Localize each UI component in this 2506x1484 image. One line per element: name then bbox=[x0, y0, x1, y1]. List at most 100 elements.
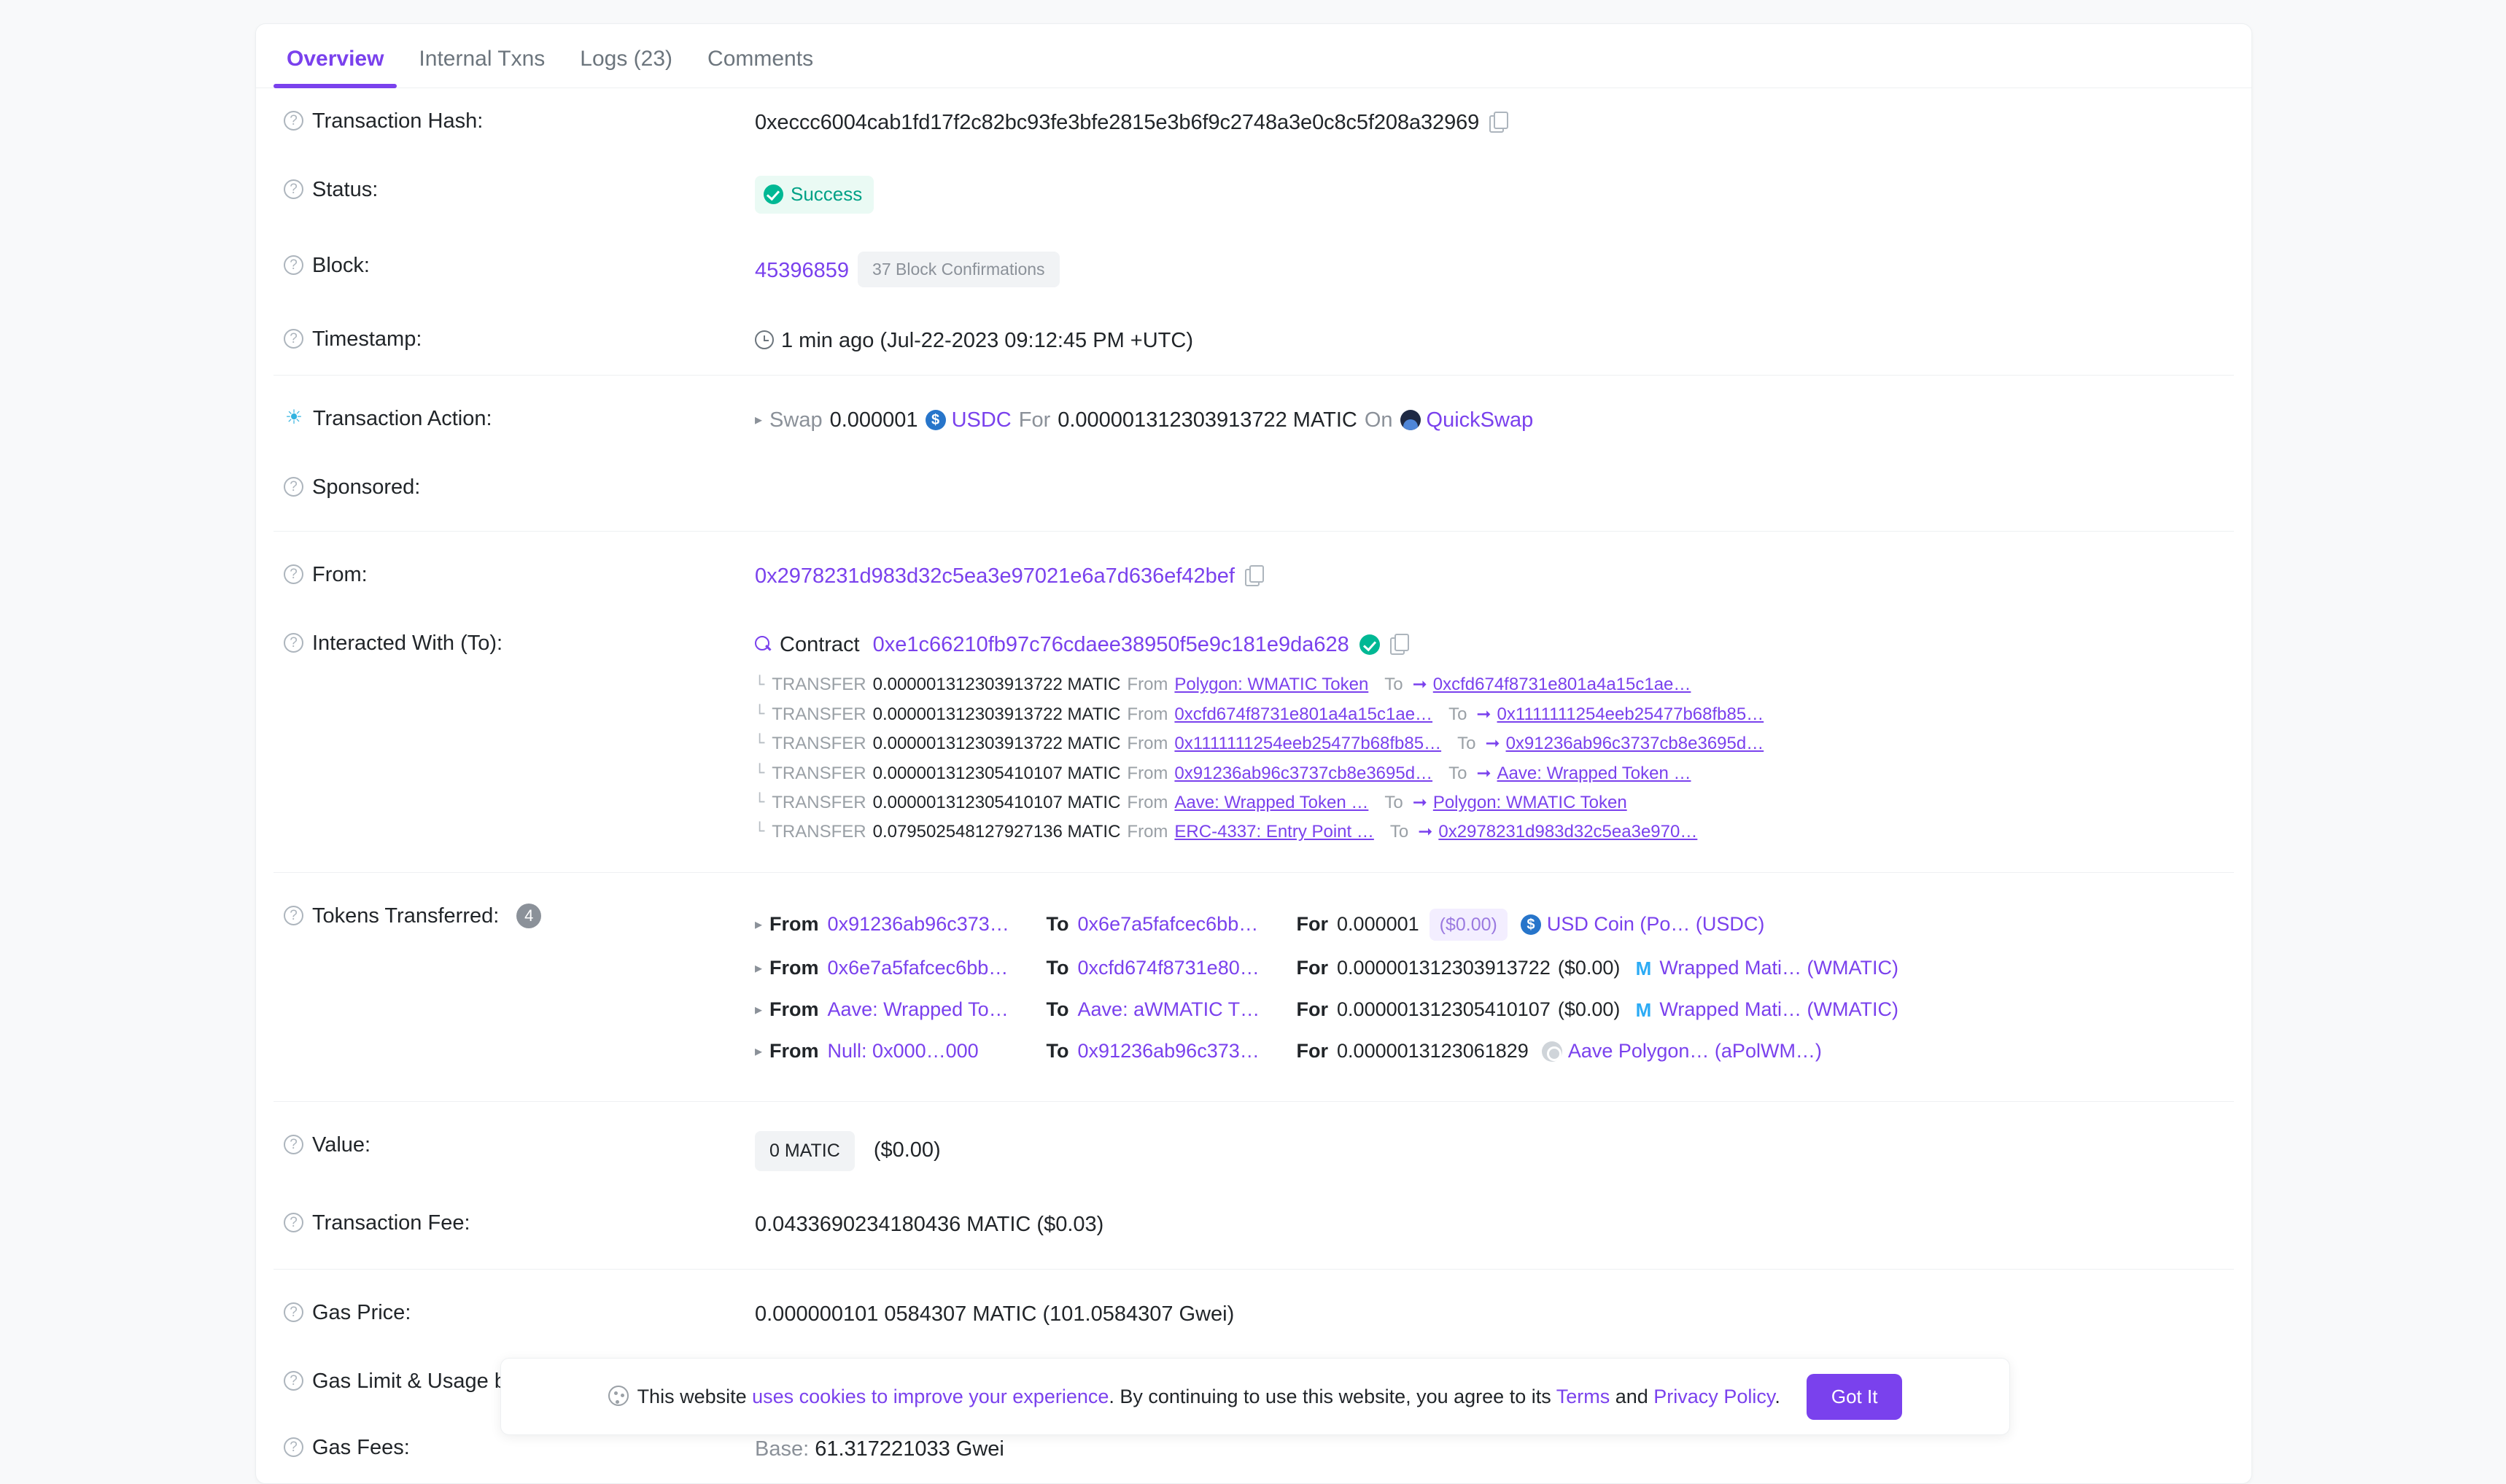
arrow-right-icon: ➞ bbox=[1485, 734, 1500, 754]
transfer-amount: 0.000001312305410107 MATIC bbox=[872, 792, 1121, 812]
token-name-link[interactable]: USD Coin (Po… (USDC) bbox=[1547, 910, 1765, 939]
row-interacted-with: ? Interacted With (To): Contract 0xe1c66… bbox=[274, 610, 2234, 871]
tab-internal-txns[interactable]: Internal Txns bbox=[401, 47, 562, 88]
tab-comments[interactable]: Comments bbox=[690, 47, 831, 88]
clock-icon bbox=[755, 330, 774, 350]
tab-logs-label: Logs (23) bbox=[580, 47, 673, 71]
transfer-from-link[interactable]: 0x1111111254eeb25477b68fb85… bbox=[1174, 734, 1441, 753]
label-interacted-with: ? Interacted With (To): bbox=[274, 629, 755, 658]
transfer-from-link[interactable]: Aave: Wrapped Token … bbox=[1174, 793, 1368, 812]
transfer-to-link[interactable]: 0x2978231d983d32c5ea3e970… bbox=[1438, 822, 1697, 842]
transfer-amount: 0.000001312305410107 MATIC bbox=[872, 763, 1121, 783]
token-to-link[interactable]: Aave: aWMATIC T… bbox=[1078, 998, 1260, 1020]
help-icon[interactable]: ? bbox=[284, 179, 303, 200]
transfer-from-word: From bbox=[1127, 822, 1168, 842]
transfer-kind: TRANSFER bbox=[772, 734, 866, 754]
transfer-to-word: To bbox=[1389, 822, 1409, 842]
from-address-link[interactable]: 0x2978231d983d32c5ea3e97021e6a7d636ef42b… bbox=[755, 564, 1235, 588]
token-name-link[interactable]: Aave Polygon… (aPolWM…) bbox=[1568, 1037, 1822, 1065]
help-icon[interactable]: ? bbox=[284, 564, 303, 585]
help-icon[interactable]: ? bbox=[284, 111, 303, 131]
label-timestamp-text: Timestamp: bbox=[312, 327, 422, 351]
copy-icon[interactable] bbox=[1489, 112, 1509, 133]
terms-link[interactable]: Terms bbox=[1556, 1386, 1610, 1407]
tab-bar: Overview Internal Txns Logs (23) Comment… bbox=[256, 24, 2251, 88]
transfer-from-word: From bbox=[1127, 704, 1168, 724]
token-amount: 0.0000013123061829 bbox=[1337, 1040, 1529, 1063]
expand-caret-icon[interactable]: ▸ bbox=[755, 1044, 762, 1059]
expand-caret-icon[interactable]: ▸ bbox=[755, 1003, 762, 1017]
help-icon[interactable]: ? bbox=[284, 1437, 303, 1457]
token-for-word: For bbox=[1296, 998, 1329, 1021]
token-amount: 0.000001312303913722 bbox=[1337, 957, 1551, 979]
value-usd: ($0.00) bbox=[873, 1138, 941, 1162]
action-platform-link[interactable]: QuickSwap bbox=[1427, 405, 1534, 435]
help-icon[interactable]: ? bbox=[284, 1302, 303, 1322]
expand-caret-icon[interactable]: ▸ bbox=[755, 917, 762, 932]
token-from-word: From bbox=[769, 1040, 819, 1063]
gas-fees-base-value: 61.317221033 Gwei bbox=[815, 1437, 1004, 1461]
token-usd-value: ($0.00) bbox=[1557, 998, 1621, 1021]
expand-caret-icon[interactable]: ▸ bbox=[755, 961, 762, 976]
contract-word: Contract bbox=[780, 633, 860, 657]
contract-address-link[interactable]: 0xe1c66210fb97c76cdaee38950f5e9c181e9da6… bbox=[873, 633, 1349, 656]
expand-caret-icon[interactable]: ▸ bbox=[755, 413, 762, 427]
value-value: 0 MATIC ($0.00) bbox=[755, 1131, 2234, 1171]
token-transfer-row: ▸ From 0x6e7a5fafcec6bb… To 0xcfd674f873… bbox=[755, 947, 2234, 989]
token-from-link[interactable]: 0x91236ab96c373… bbox=[828, 913, 1009, 935]
transaction-hash-value: 0xeccc6004cab1fd17f2c82bc93fe3bfe2815e3b… bbox=[755, 111, 1480, 134]
action-on-word: On bbox=[1364, 408, 1393, 432]
check-circle-icon bbox=[764, 184, 783, 205]
status-badge: Success bbox=[755, 176, 874, 214]
tab-logs[interactable]: Logs (23) bbox=[562, 47, 690, 88]
help-icon[interactable]: ? bbox=[284, 255, 303, 275]
block-number-link[interactable]: 45396859 bbox=[755, 259, 849, 282]
value-interacted-with: Contract 0xe1c66210fb97c76cdaee38950f5e9… bbox=[755, 629, 2234, 847]
transfer-to-link[interactable]: Polygon: WMATIC Token bbox=[1433, 793, 1627, 812]
value-amount-badge: 0 MATIC bbox=[755, 1131, 855, 1171]
label-sponsored: ? Sponsored: bbox=[274, 473, 755, 502]
label-from: ? From: bbox=[274, 561, 755, 589]
tab-overview[interactable]: Overview bbox=[269, 47, 401, 88]
privacy-policy-link[interactable]: Privacy Policy bbox=[1653, 1386, 1774, 1407]
action-verb: Swap bbox=[769, 408, 823, 432]
label-interacted-with-text: Interacted With (To): bbox=[312, 632, 503, 656]
token-usd-value: ($0.00) bbox=[1557, 957, 1621, 979]
token-to-link[interactable]: 0x6e7a5fafcec6bb… bbox=[1078, 913, 1259, 935]
token-to-link[interactable]: 0x91236ab96c373… bbox=[1078, 1040, 1260, 1062]
token-to-link[interactable]: 0xcfd674f8731e80… bbox=[1078, 957, 1260, 979]
token-from-link[interactable]: Null: 0x000…000 bbox=[828, 1040, 979, 1062]
branch-icon: └ bbox=[755, 793, 765, 812]
label-gas-fees: ? Gas Fees: bbox=[274, 1434, 755, 1462]
transfer-to-link[interactable]: 0x1111111254eeb25477b68fb85… bbox=[1497, 704, 1764, 724]
cookie-policy-link[interactable]: uses cookies to improve your experience bbox=[752, 1386, 1109, 1407]
transfer-from-link[interactable]: ERC-4337: Entry Point … bbox=[1174, 822, 1373, 842]
transfer-to-link[interactable]: Aave: Wrapped Token … bbox=[1497, 764, 1691, 783]
copy-icon[interactable] bbox=[1389, 634, 1409, 656]
help-icon[interactable]: ? bbox=[284, 633, 303, 653]
action-token-in-link[interactable]: USDC bbox=[952, 405, 1012, 435]
help-icon[interactable]: ? bbox=[284, 905, 303, 925]
tab-overview-label: Overview bbox=[287, 47, 384, 71]
got-it-button[interactable]: Got It bbox=[1806, 1373, 1903, 1420]
transfer-from-link[interactable]: 0xcfd674f8731e801a4a15c1ae… bbox=[1174, 704, 1432, 724]
help-icon[interactable]: ? bbox=[284, 1135, 303, 1155]
token-amount: 0.000001 bbox=[1337, 913, 1419, 936]
token-name-link[interactable]: Wrapped Mati… (WMATIC) bbox=[1659, 995, 1898, 1024]
transfer-to-link[interactable]: 0x91236ab96c3737cb8e3695d… bbox=[1506, 734, 1764, 753]
label-gas-price: ? Gas Price: bbox=[274, 1299, 755, 1327]
token-usd-value: ($0.00) bbox=[1429, 908, 1508, 941]
token-from-link[interactable]: 0x6e7a5fafcec6bb… bbox=[828, 957, 1009, 979]
copy-icon[interactable] bbox=[1245, 565, 1264, 587]
transfer-amount: 0.079502548127927136 MATIC bbox=[872, 822, 1121, 842]
magnifier-icon[interactable] bbox=[755, 636, 772, 653]
help-icon[interactable]: ? bbox=[284, 1212, 303, 1232]
token-name-link[interactable]: Wrapped Mati… (WMATIC) bbox=[1659, 954, 1898, 982]
transfer-to-link[interactable]: 0xcfd674f8731e801a4a15c1ae… bbox=[1433, 675, 1691, 695]
token-from-link[interactable]: Aave: Wrapped To… bbox=[828, 998, 1009, 1020]
help-icon[interactable]: ? bbox=[284, 477, 303, 497]
help-icon[interactable]: ? bbox=[284, 1370, 303, 1391]
transfer-from-link[interactable]: 0x91236ab96c3737cb8e3695d… bbox=[1174, 764, 1432, 783]
help-icon[interactable]: ? bbox=[284, 329, 303, 349]
transfer-from-link[interactable]: Polygon: WMATIC Token bbox=[1174, 675, 1368, 695]
